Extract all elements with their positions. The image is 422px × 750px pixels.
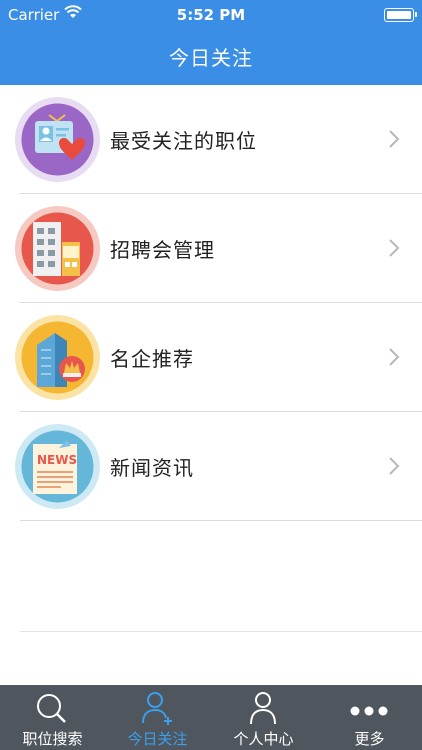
id-card-heart-icon bbox=[15, 97, 100, 182]
user-plus-icon bbox=[142, 692, 172, 725]
attention-list: 最受关注的职位 招聘会管理 名企推荐 NEWS 新闻资讯 bbox=[0, 85, 422, 521]
newspaper-icon: NEWS bbox=[15, 424, 100, 509]
chevron-right-icon bbox=[389, 239, 400, 257]
svg-text:NEWS: NEWS bbox=[37, 453, 77, 467]
list-item-label: 名企推荐 bbox=[110, 347, 194, 371]
tab-bar: 职位搜索 今日关注 个人中心 更多 bbox=[0, 685, 422, 750]
skyscraper-badge-icon bbox=[15, 315, 100, 400]
tab-personal-center[interactable]: 个人中心 bbox=[211, 685, 316, 750]
more-dots-icon bbox=[350, 706, 388, 716]
divider bbox=[20, 520, 422, 521]
navigation-bar: Carrier 5:52 PM 今日关注 bbox=[0, 0, 422, 85]
list-item-label: 最受关注的职位 bbox=[110, 129, 257, 153]
list-item-top-companies[interactable]: 名企推荐 bbox=[0, 303, 422, 412]
building-icon bbox=[15, 206, 100, 291]
tab-label: 职位搜索 bbox=[22, 730, 83, 748]
chevron-right-icon bbox=[389, 348, 400, 366]
status-bar: Carrier 5:52 PM bbox=[0, 0, 422, 30]
list-item-job-fair[interactable]: 招聘会管理 bbox=[0, 194, 422, 303]
tab-label: 更多 bbox=[354, 730, 385, 748]
search-icon bbox=[37, 694, 66, 723]
chevron-right-icon bbox=[389, 130, 400, 148]
page-title: 今日关注 bbox=[169, 46, 253, 70]
battery-icon bbox=[384, 8, 417, 22]
divider bbox=[20, 631, 422, 632]
tab-label: 个人中心 bbox=[233, 730, 294, 748]
clock: 5:52 PM bbox=[176, 6, 246, 24]
tab-job-search[interactable]: 职位搜索 bbox=[0, 685, 105, 750]
tab-today-attention[interactable]: 今日关注 bbox=[105, 685, 210, 750]
list-item-news[interactable]: NEWS 新闻资讯 bbox=[0, 412, 422, 521]
user-icon bbox=[250, 692, 276, 725]
tab-more[interactable]: 更多 bbox=[317, 685, 422, 750]
chevron-right-icon bbox=[389, 457, 400, 475]
list-item-hot-positions[interactable]: 最受关注的职位 bbox=[0, 85, 422, 194]
list-item-label: 招聘会管理 bbox=[110, 238, 215, 262]
tab-label: 今日关注 bbox=[127, 730, 188, 748]
list-item-label: 新闻资讯 bbox=[110, 456, 194, 480]
